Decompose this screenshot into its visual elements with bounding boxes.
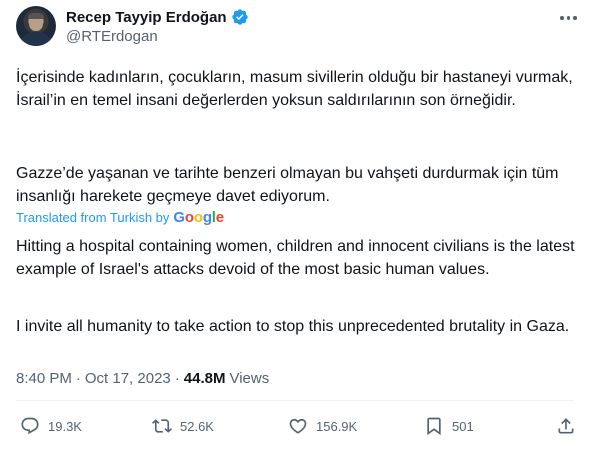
original-paragraph-1: İçerisinde kadınların, çocukların, masum…	[16, 69, 573, 109]
retweet-count: 52.6K	[180, 418, 214, 434]
meta-separator: ·	[174, 370, 180, 387]
bookmark-count: 501	[452, 418, 474, 434]
avatar-suit	[20, 32, 52, 46]
share-icon	[558, 418, 574, 434]
views-count: 44.8M	[183, 370, 226, 387]
action-bar: 19.3K 52.6K 156.9K 501	[16, 416, 576, 440]
views-label: Views	[229, 370, 270, 387]
google-logo: Google	[173, 209, 224, 226]
reply-icon	[21, 417, 39, 435]
author-display-name[interactable]: Recep Tayyip Erdoğan	[66, 9, 227, 26]
author-handle[interactable]: @RTErdogan	[66, 28, 158, 45]
like-button[interactable]: 156.9K	[288, 416, 357, 436]
reply-count: 19.3K	[48, 418, 82, 434]
translation-attribution[interactable]: Translated from Turkish by Google	[16, 209, 224, 226]
translated-paragraph-1: Hitting a hospital containing women, chi…	[16, 238, 575, 278]
translated-label: Translated from Turkish by	[16, 210, 170, 225]
tweet-time[interactable]: 8:40 PM	[16, 370, 72, 387]
reply-button[interactable]: 19.3K	[20, 416, 82, 436]
divider	[16, 400, 574, 401]
meta-separator: ·	[75, 370, 81, 387]
bookmark-icon	[427, 417, 441, 436]
tweet-date[interactable]: Oct 17, 2023	[85, 370, 171, 387]
more-icon[interactable]	[560, 12, 580, 24]
author-name-row: Recep Tayyip Erdoğan	[66, 8, 249, 26]
tweet: Recep Tayyip Erdoğan @RTErdogan İçerisin…	[0, 0, 590, 452]
verified-badge-icon	[231, 8, 249, 26]
retweet-button[interactable]: 52.6K	[152, 416, 214, 436]
avatar[interactable]	[16, 6, 56, 46]
avatar-hair	[28, 13, 44, 19]
original-paragraph-2: Gazze’de yaşanan ve tarihte benzeri olma…	[16, 165, 559, 205]
like-count: 156.9K	[316, 418, 358, 434]
bookmark-button[interactable]: 501	[424, 416, 474, 436]
translated-paragraph-2: I invite all humanity to take action to …	[16, 318, 570, 335]
retweet-icon	[152, 419, 172, 433]
tweet-meta: 8:40 PM · Oct 17, 2023 · 44.8M Views	[16, 370, 269, 387]
like-icon	[289, 418, 307, 434]
share-button[interactable]	[556, 416, 576, 436]
